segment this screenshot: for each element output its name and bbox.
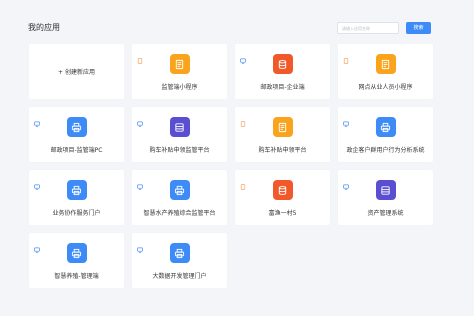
app-name: 购车补贴申领监管平台 <box>149 147 210 154</box>
app-card[interactable]: 业务协作服务门户 <box>29 170 124 225</box>
search-button[interactable]: 搜索 <box>406 22 431 34</box>
app-name: 大数据开发管理门户 <box>152 273 207 280</box>
document-icon <box>272 117 293 137</box>
app-card[interactable]: 邮政项目-监管端PC <box>29 107 124 162</box>
pc-type-icon <box>240 49 246 64</box>
mobile-type-icon <box>240 175 246 190</box>
app-card[interactable]: 购车补贴申领平台 <box>235 107 330 162</box>
pc-type-icon <box>137 112 143 127</box>
app-card[interactable]: 购车补贴申领监管平台 <box>132 107 227 162</box>
document-icon <box>375 54 396 74</box>
mobile-type-icon <box>240 112 246 127</box>
printer-icon <box>66 243 87 263</box>
app-name: 监管端小程序 <box>161 84 198 91</box>
app-name: 网点从业人员小程序 <box>358 84 413 91</box>
mobile-type-icon <box>343 49 349 64</box>
app-name: 资产管理系统 <box>367 210 404 217</box>
pc-type-icon <box>137 238 143 253</box>
app-name: 购车补贴申领平台 <box>258 147 307 154</box>
app-card[interactable]: 智慧水产养殖综合监管平台 <box>132 170 227 225</box>
app-card[interactable]: 邮政项目-企业端 <box>235 44 330 99</box>
app-card[interactable]: 大数据开发管理门户 <box>132 233 227 288</box>
app-name: 邮政项目-企业端 <box>260 84 305 91</box>
pc-type-icon <box>34 238 40 253</box>
search-input[interactable] <box>337 22 399 34</box>
create-app-card[interactable]: + 创建新应用 <box>29 44 124 99</box>
app-name: 智慧水产养殖综合监管平台 <box>143 210 216 217</box>
app-card[interactable]: 监管端小程序 <box>132 44 227 99</box>
document-icon <box>169 54 190 74</box>
app-card[interactable]: 政企客户群用户行为分析系统 <box>338 107 433 162</box>
pc-type-icon <box>343 175 349 190</box>
create-app-label: + 创建新应用 <box>58 69 95 76</box>
app-grid: + 创建新应用 监管端小程序 邮政项目-企业端 网点从业人员小程序邮政项目-监管端P… <box>29 44 433 288</box>
printer-icon <box>66 180 87 200</box>
pc-type-icon <box>343 112 349 127</box>
printer-icon <box>66 117 87 137</box>
printer-icon <box>375 117 396 137</box>
app-card[interactable]: 资产管理系统 <box>338 170 433 225</box>
printer-icon <box>169 243 190 263</box>
app-card[interactable]: 网点从业人员小程序 <box>338 44 433 99</box>
pc-type-icon <box>137 175 143 190</box>
database-icon <box>272 54 293 74</box>
app-card[interactable]: 智慧养殖-管理端 <box>29 233 124 288</box>
page-title: 我的应用 <box>28 23 60 32</box>
app-name: 富渔一村5 <box>268 210 297 217</box>
pc-type-icon <box>34 175 40 190</box>
app-name: 业务协作服务门户 <box>52 210 101 217</box>
app-card[interactable]: 富渔一村5 <box>235 170 330 225</box>
pc-type-icon <box>34 112 40 127</box>
printer-icon <box>169 180 190 200</box>
app-name: 政企客户群用户行为分析系统 <box>346 147 425 154</box>
mobile-type-icon <box>137 49 143 64</box>
app-name: 智慧养殖-管理端 <box>54 273 99 280</box>
database-icon <box>272 180 293 200</box>
app-name: 邮政项目-监管端PC <box>50 147 103 154</box>
grid-icon <box>375 180 396 200</box>
grid-icon <box>169 117 190 137</box>
